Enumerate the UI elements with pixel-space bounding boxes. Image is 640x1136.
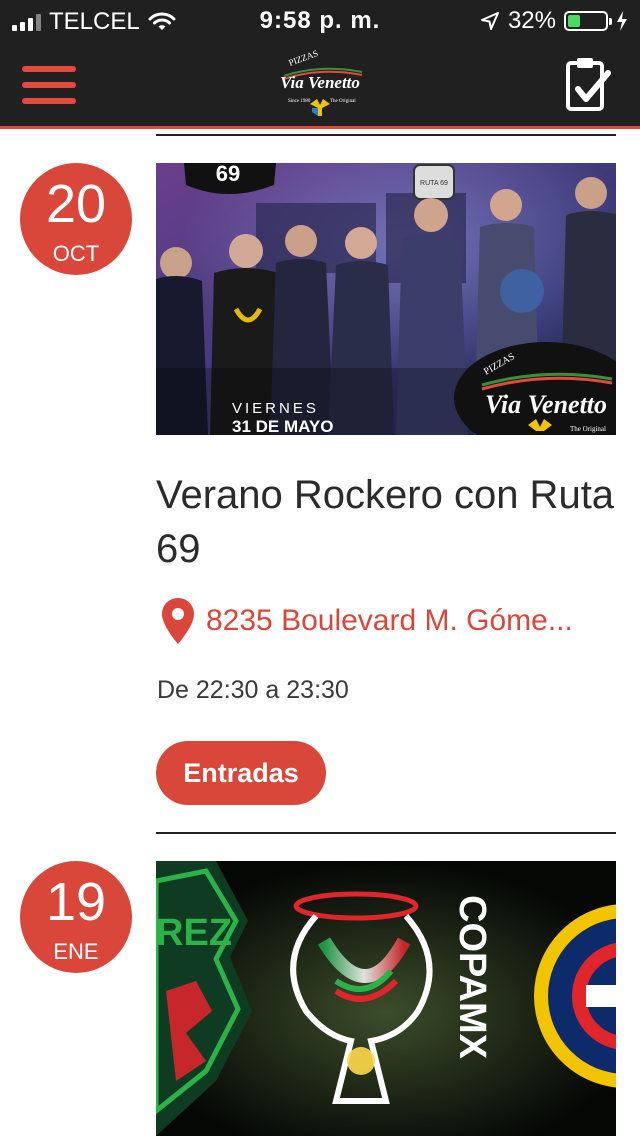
battery-percent: 32% (507, 7, 556, 34)
event-title[interactable]: Verano Rockero con Ruta 69 (156, 468, 616, 576)
event-day: 19 (45, 872, 107, 932)
svg-text:The Original: The Original (570, 425, 606, 433)
svg-text:Via Venetto: Via Venetto (485, 390, 607, 419)
svg-text:Since 1980: Since 1980 (288, 99, 311, 104)
event-poster-image[interactable]: REZ COPAMX (156, 861, 616, 1136)
svg-text:69: 69 (216, 163, 240, 186)
event-date-badge: 20 OCT (20, 163, 132, 275)
svg-text:Via Venetto: Via Venetto (280, 73, 360, 92)
event-location-text: 8235 Boulevard M. Góme... (206, 604, 573, 637)
svg-text:31 DE MAYO: 31 DE MAYO (232, 417, 333, 435)
status-right: 32% (480, 7, 628, 35)
charging-bolt-icon (617, 11, 627, 31)
event-month: OCT (52, 241, 100, 266)
svg-text:PIZZAS: PIZZAS (287, 50, 319, 68)
location-pin-icon (162, 598, 194, 644)
event-time: De 22:30 a 23:30 (157, 676, 349, 704)
event-location[interactable]: 8235 Boulevard M. Góme... (162, 598, 573, 644)
hamburger-menu-icon[interactable] (22, 66, 76, 106)
event-divider (156, 134, 616, 136)
clipboard-check-icon[interactable] (564, 55, 612, 115)
app-header: TELCEL 9:58 p. m. 32% PIZZAS Via Venetto… (0, 0, 640, 129)
location-arrow-icon (480, 12, 499, 30)
svg-text:The Original: The Original (330, 99, 356, 104)
event-date-badge: 19 ENE (20, 861, 132, 973)
status-bar: TELCEL 9:58 p. m. 32% (0, 0, 640, 40)
svg-text:RUTA 69: RUTA 69 (420, 180, 448, 187)
svg-text:COPAMX: COPAMX (451, 895, 493, 1060)
event-day: 20 (45, 174, 107, 234)
tickets-button[interactable]: Entradas (156, 741, 326, 805)
svg-text:REZ: REZ (156, 912, 232, 954)
battery-icon (564, 11, 612, 31)
event-divider (156, 832, 616, 834)
svg-text:VIERNES: VIERNES (232, 400, 319, 417)
via-venetto-logo: PIZZAS Via Venetto Since 1980 The Origin… (270, 48, 370, 120)
event-month: ENE (53, 939, 99, 964)
event-poster-image[interactable]: 69 RUTA 69 VIERNES 31 DE MAYO PIZZAS Via… (156, 163, 616, 435)
